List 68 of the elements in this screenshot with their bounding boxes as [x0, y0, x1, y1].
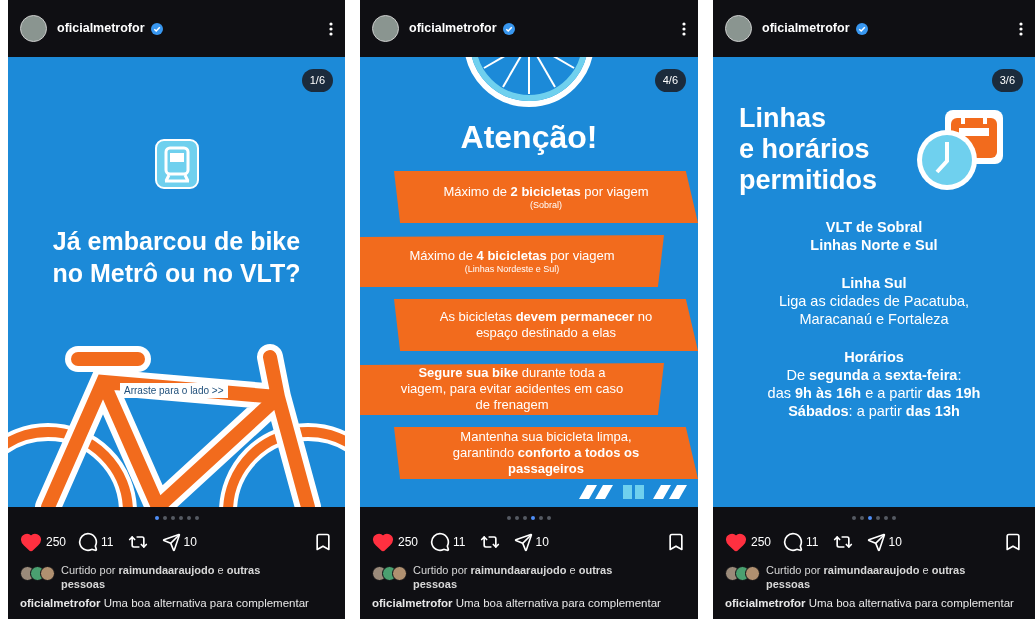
more-icon	[682, 21, 686, 36]
slide-title: e horários	[739, 134, 871, 165]
train-icon	[154, 139, 199, 189]
liked-by-text: Curtido por raimundaaraujodo e outras pessoas	[61, 563, 262, 591]
slide-title: no Metrô ou no VLT?	[52, 258, 301, 289]
comment-button[interactable]: 11	[78, 532, 114, 552]
username[interactable]: oficialmetrofor	[409, 19, 497, 38]
bookmark-button[interactable]	[666, 532, 686, 552]
rule-note: (Linhas Nordeste e Sul)	[464, 263, 560, 275]
post-caption: oficialmetrofor Uma boa alternativa para complementar	[20, 596, 310, 611]
more-options-button[interactable]	[1019, 21, 1023, 36]
section-heading: VLT de Sobral Linhas Norte e Sul	[810, 218, 938, 254]
share-button[interactable]: 10	[866, 532, 902, 552]
rule-text: Segure sua bike durante toda a viagem, para evitar acidentes em caso de frenagem	[399, 365, 625, 413]
rule-text: Máximo de 4 bicicletas por viagem	[409, 247, 615, 264]
more-options-button[interactable]	[329, 21, 333, 36]
rule-text: As bicicletas devem permanecer no espaço destinado a elas	[438, 309, 654, 341]
share-button[interactable]: 10	[513, 532, 549, 552]
section-heading: Horários	[844, 348, 904, 366]
avatar	[40, 566, 55, 581]
post-caption: oficialmetrofor Uma boa alternativa para complementar	[372, 596, 662, 611]
avatar	[745, 566, 760, 581]
slide-counter: 4/6	[654, 69, 686, 92]
liked-by-text: Curtido por raimundaaraujodo e outras pessoas	[413, 563, 614, 591]
slide-title: Linhas	[739, 103, 827, 134]
section-heading: Linha Sul	[841, 274, 907, 292]
heart-icon	[725, 531, 747, 553]
more-options-button[interactable]	[682, 21, 686, 36]
more-icon	[1019, 21, 1023, 36]
avatar[interactable]	[372, 15, 399, 42]
avatar	[392, 566, 407, 581]
rule-text: Máximo de 2 bicicletas por viagem	[443, 183, 649, 200]
paper-plane-icon	[866, 532, 886, 552]
section-text: Liga as cidades de Pacatuba, Maracanaú e Fortaleza	[778, 292, 970, 328]
comment-icon	[430, 532, 451, 552]
rule-text: Mantenha sua bicicleta limpa, garantindo conforto a todos os passageiros	[451, 429, 641, 477]
comment-button[interactable]: 11	[430, 532, 466, 552]
heart-icon	[20, 531, 42, 553]
swipe-hint: Arraste para o lado >>	[120, 383, 228, 398]
bookmark-button[interactable]	[1003, 532, 1023, 552]
heart-icon	[372, 531, 394, 553]
slide-counter: 3/6	[991, 69, 1023, 92]
like-button[interactable]: 250	[372, 531, 419, 553]
paper-plane-icon	[513, 532, 533, 552]
username[interactable]: oficialmetrofor	[762, 19, 850, 38]
share-button[interactable]: 10	[161, 532, 197, 552]
section-text: De segunda a sexta-feira: das 9h às 16h e a partir das 19h Sábados: a partir das 13h	[767, 366, 981, 420]
like-button[interactable]: 250	[725, 531, 772, 553]
bookmark-icon	[313, 532, 333, 552]
bookmark-icon	[666, 532, 686, 552]
rule-note: (Sobral)	[530, 199, 562, 211]
avatar[interactable]	[20, 15, 47, 42]
comment-icon	[78, 532, 99, 552]
post-caption: oficialmetrofor Uma boa alternativa para complementar	[725, 596, 1015, 611]
slide-title: permitidos	[739, 165, 878, 196]
bookmark-icon	[1003, 532, 1023, 552]
username[interactable]: oficialmetrofor	[57, 19, 145, 38]
more-icon	[329, 21, 333, 36]
slide-title: Atenção!	[460, 118, 598, 157]
bookmark-button[interactable]	[313, 532, 333, 552]
like-button[interactable]: 250	[20, 531, 67, 553]
paper-plane-icon	[161, 532, 181, 552]
avatar[interactable]	[725, 15, 752, 42]
comment-icon	[783, 532, 804, 552]
slide-counter: 1/6	[301, 69, 333, 92]
comment-button[interactable]: 11	[783, 532, 819, 552]
slide-title: Já embarcou de bike	[52, 226, 301, 257]
liked-by-text: Curtido por raimundaaraujodo e outras pessoas	[766, 563, 967, 591]
